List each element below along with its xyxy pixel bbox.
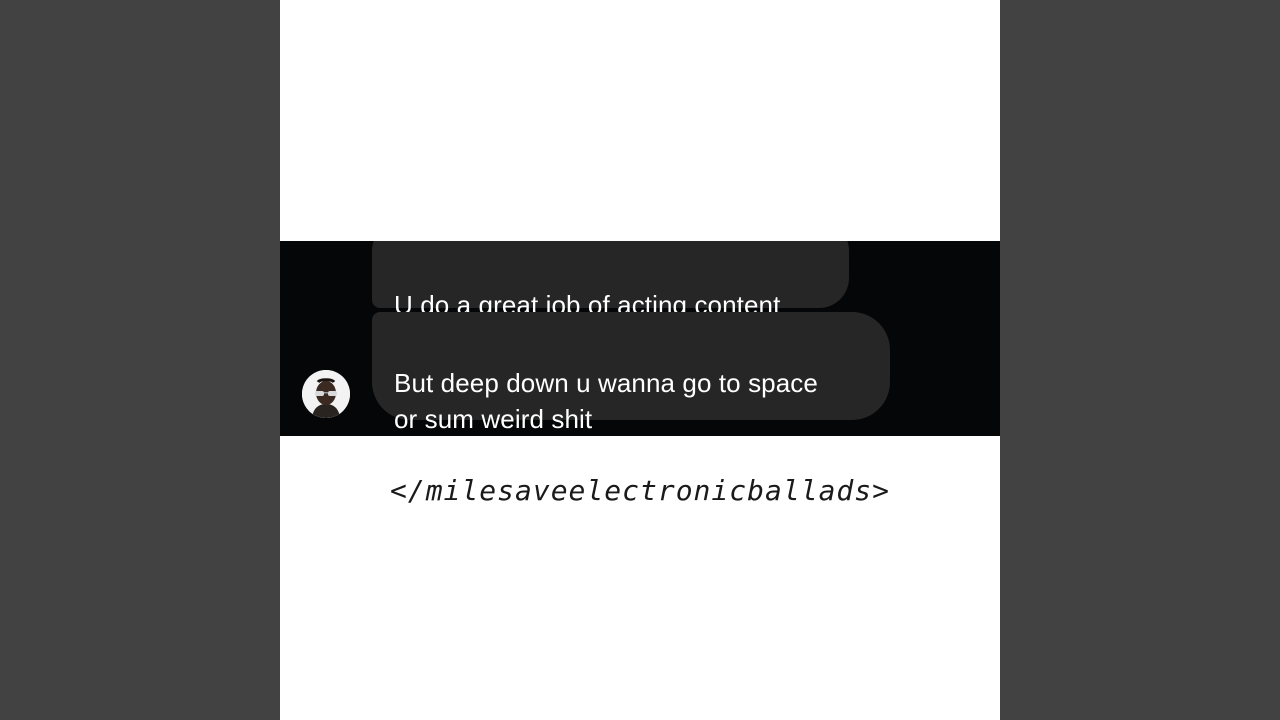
- album-cover: U do a great job of acting content But d…: [280, 0, 1000, 720]
- avatar-image: [302, 370, 350, 418]
- right-letterbox: [1000, 0, 1280, 720]
- message-bubble: But deep down u wanna go to space or sum…: [372, 312, 890, 434]
- message-bubble: U do a great job of acting content: [372, 241, 849, 320]
- avatar[interactable]: [302, 370, 350, 418]
- left-letterbox: [0, 0, 280, 720]
- message-text: But deep down u wanna go to space or sum…: [394, 368, 818, 434]
- album-title: </milesaveelectronicballads>: [389, 474, 890, 507]
- chat-screenshot: U do a great job of acting content But d…: [280, 241, 1000, 436]
